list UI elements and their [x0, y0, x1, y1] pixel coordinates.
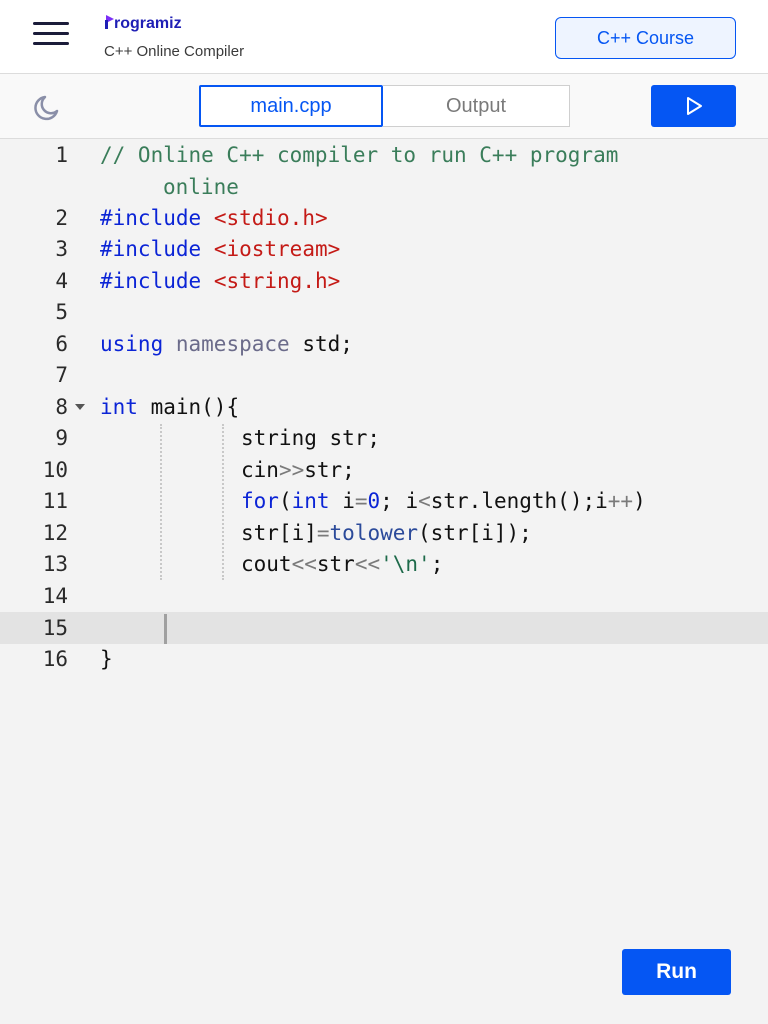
line-number: 4 [55, 269, 68, 293]
code-line-wrap: online [0, 171, 768, 203]
code-editor[interactable]: 1 // Online C++ compiler to run C++ prog… [0, 139, 768, 1024]
run-play-button[interactable] [651, 85, 736, 127]
code-line: 14 [0, 580, 768, 612]
play-icon [686, 97, 702, 115]
code-line: 10 cin>>str; [0, 454, 768, 486]
brand-name: rogramiz [114, 15, 182, 32]
line-number: 2 [55, 206, 68, 230]
code-line: 12 str[i]=tolower(str[i]); [0, 517, 768, 549]
cpp-course-button[interactable]: C++ Course [555, 17, 736, 59]
code-line: 16 } [0, 643, 768, 675]
code-line: 3 #include <iostream> [0, 233, 768, 265]
code-text: int main(){ [100, 395, 240, 419]
tab-main-cpp[interactable]: main.cpp [199, 85, 383, 127]
line-number: 3 [55, 237, 68, 261]
code-line: 5 [0, 296, 768, 328]
code-text: #include <stdio.h> [100, 206, 328, 230]
line-number: 10 [42, 458, 68, 482]
hamburger-menu-icon[interactable] [30, 20, 74, 48]
indent-guide [222, 424, 225, 580]
line-number: 11 [42, 489, 68, 513]
code-line: 13 cout<<str<<'\n'; [0, 548, 768, 580]
line-number: 14 [42, 584, 68, 608]
code-text: online [163, 175, 239, 199]
code-line: 7 [0, 359, 768, 391]
line-number: 1 [55, 143, 68, 167]
code-text: cout<<str<<'\n'; [241, 552, 444, 576]
page-subtitle: C++ Online Compiler [104, 43, 245, 60]
moon-icon[interactable] [28, 92, 62, 122]
line-number: 6 [55, 332, 68, 356]
code-line: 2 #include <stdio.h> [0, 202, 768, 234]
line-number: 15 [42, 616, 68, 640]
fold-arrow-icon[interactable] [75, 404, 85, 410]
line-number: 5 [55, 300, 68, 324]
line-number: 9 [55, 426, 68, 450]
code-text: cin>>str; [241, 458, 355, 482]
code-line: 9 string str; [0, 422, 768, 454]
indent-guide [160, 424, 163, 580]
code-text: } [100, 647, 113, 671]
code-text: str[i]=tolower(str[i]); [241, 521, 532, 545]
line-number: 13 [42, 552, 68, 576]
code-text: #include <string.h> [100, 269, 341, 293]
code-line: 8 int main(){ [0, 391, 768, 423]
code-text: #include <iostream> [100, 237, 341, 261]
tab-output[interactable]: Output [383, 85, 570, 127]
run-button[interactable]: Run [622, 949, 731, 995]
editor-toolbar: main.cpp Output [0, 74, 768, 139]
code-line: 1 // Online C++ compiler to run C++ prog… [0, 139, 768, 171]
code-text: string str; [241, 426, 381, 450]
code-line: 11 for(int i=0; i<str.length();i++) [0, 485, 768, 517]
app-header: rogramiz C++ Online Compiler C++ Course [0, 0, 768, 74]
code-line: 6 using namespace std; [0, 328, 768, 360]
line-number: 8 [55, 395, 68, 419]
line-number: 12 [42, 521, 68, 545]
code-text: using namespace std; [100, 332, 353, 356]
code-text: // Online C++ compiler to run C++ progra… [100, 143, 619, 167]
code-text: for(int i=0; i<str.length();i++) [241, 489, 646, 513]
code-line: 4 #include <string.h> [0, 265, 768, 297]
line-number: 7 [55, 363, 68, 387]
line-number: 16 [42, 647, 68, 671]
code-line-active: 15 [0, 612, 768, 644]
text-cursor [164, 614, 167, 644]
